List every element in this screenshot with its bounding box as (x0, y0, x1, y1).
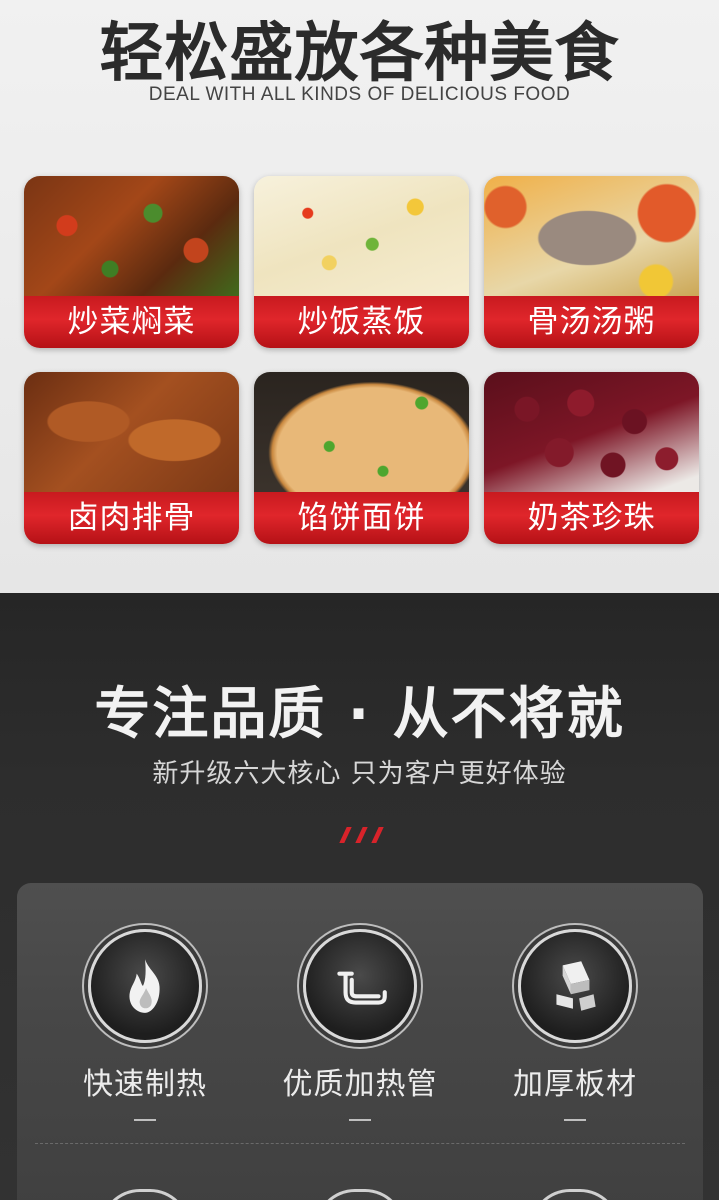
slash-accent (337, 827, 387, 843)
food-section-title: 轻松盛放各种美食 (99, 17, 620, 91)
next-feature-badge (100, 1189, 190, 1200)
food-card-label: 奶茶珍珠 (484, 492, 699, 544)
next-feature-badge (315, 1189, 405, 1200)
pancake-photo (254, 372, 469, 496)
milk-tea-pearls-photo (484, 372, 699, 496)
food-card-label: 骨汤汤粥 (484, 296, 699, 348)
food-card-bone-soup: 骨汤汤粥 (484, 176, 699, 348)
quality-subtitle: 新升级六大核心 只为客户更好体验 (152, 759, 567, 789)
food-card-label: 炒饭蒸饭 (254, 296, 469, 348)
fried-rice-photo (254, 176, 469, 300)
food-card-label: 馅饼面饼 (254, 492, 469, 544)
feature-label: 优质加热管 (282, 1067, 438, 1102)
food-section-subtitle: DEAL WITH ALL KINDS OF DELICIOUS FOOD (148, 84, 571, 105)
braised-ribs-photo (24, 372, 239, 496)
flame-icon (88, 929, 202, 1043)
food-card-pancake: 馅饼面饼 (254, 372, 469, 544)
feature-label: 快速制热 (83, 1067, 207, 1102)
food-card-label: 卤肉排骨 (24, 492, 239, 544)
food-card-stir-fry: 炒菜焖菜 (24, 176, 239, 348)
feature-heating-tube: 优质加热管 (270, 929, 450, 1121)
feature-dash (349, 1119, 371, 1121)
stir-fry-photo (24, 176, 239, 300)
food-card-label: 炒菜焖菜 (24, 296, 239, 348)
bone-soup-photo (484, 176, 699, 300)
feature-dash (564, 1119, 586, 1121)
quality-section: 专注品质 · 从不将就 新升级六大核心 只为客户更好体验 快速制热 优质加热管 (0, 593, 719, 1200)
metal-ingot-icon (518, 929, 632, 1043)
food-section: 轻松盛放各种美食 DEAL WITH ALL KINDS OF DELICIOU… (0, 0, 719, 593)
feature-panel: 快速制热 优质加热管 加厚板材 (17, 883, 703, 1200)
feature-fast-heating: 快速制热 (55, 929, 235, 1121)
next-feature-badge (530, 1189, 620, 1200)
food-card-braised-ribs: 卤肉排骨 (24, 372, 239, 544)
food-card-milk-tea-pearls: 奶茶珍珠 (484, 372, 699, 544)
food-grid: 炒菜焖菜 炒饭蒸饭 骨汤汤粥 卤肉排骨 馅饼面饼 奶茶珍珠 (24, 176, 699, 545)
food-card-fried-rice: 炒饭蒸饭 (254, 176, 469, 348)
feature-label: 加厚板材 (513, 1067, 637, 1102)
heating-tube-icon (303, 929, 417, 1043)
quality-title: 专注品质 · 从不将就 (94, 682, 625, 747)
panel-divider (35, 1143, 685, 1144)
feature-thick-plate: 加厚板材 (485, 929, 665, 1121)
feature-dash (134, 1119, 156, 1121)
